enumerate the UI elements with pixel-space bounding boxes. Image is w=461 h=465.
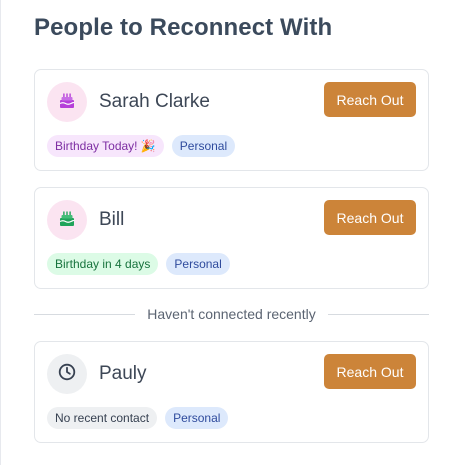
divider-line: [34, 313, 136, 315]
clock-icon: [57, 362, 77, 387]
divider-line: [327, 313, 429, 315]
no-contact-tag: No recent contact: [47, 407, 158, 429]
reach-out-button[interactable]: Reach Out: [324, 354, 416, 389]
category-tag: Personal: [171, 135, 236, 157]
page-title: People to Reconnect With: [34, 14, 333, 41]
reconnect-panel: People to Reconnect With Sarah Clarke Re…: [0, 0, 461, 465]
contact-card-pauly: Pauly Reach Out No recent contact Person…: [34, 341, 429, 443]
tag-list: Birthday in 4 days Personal: [47, 253, 230, 275]
reach-out-button[interactable]: Reach Out: [324, 82, 416, 117]
birthday-tag: Birthday Today! 🎉: [47, 135, 164, 157]
reach-out-button[interactable]: Reach Out: [324, 200, 416, 235]
contact-avatar: [47, 354, 87, 394]
birthday-soon-tag: Birthday in 4 days: [47, 253, 159, 275]
category-tag: Personal: [166, 253, 230, 275]
tag-list: No recent contact Personal: [47, 407, 229, 429]
contact-avatar: [47, 200, 87, 240]
section-divider: Haven't connected recently: [34, 304, 429, 324]
tag-list: Birthday Today! 🎉 Personal: [47, 135, 236, 157]
birthday-cake-icon: [57, 90, 77, 115]
category-tag: Personal: [165, 407, 229, 429]
contact-name: Bill: [99, 209, 125, 230]
contact-name: Sarah Clarke: [99, 91, 210, 112]
contact-avatar: [47, 82, 87, 122]
divider-label: Haven't connected recently: [147, 306, 316, 322]
contact-card-bill: Bill Reach Out Birthday in 4 days Person…: [34, 187, 429, 289]
contact-name: Pauly: [99, 363, 147, 384]
birthday-cake-icon: [57, 208, 77, 233]
contact-card-sarah-clarke: Sarah Clarke Reach Out Birthday Today! 🎉…: [34, 69, 429, 171]
